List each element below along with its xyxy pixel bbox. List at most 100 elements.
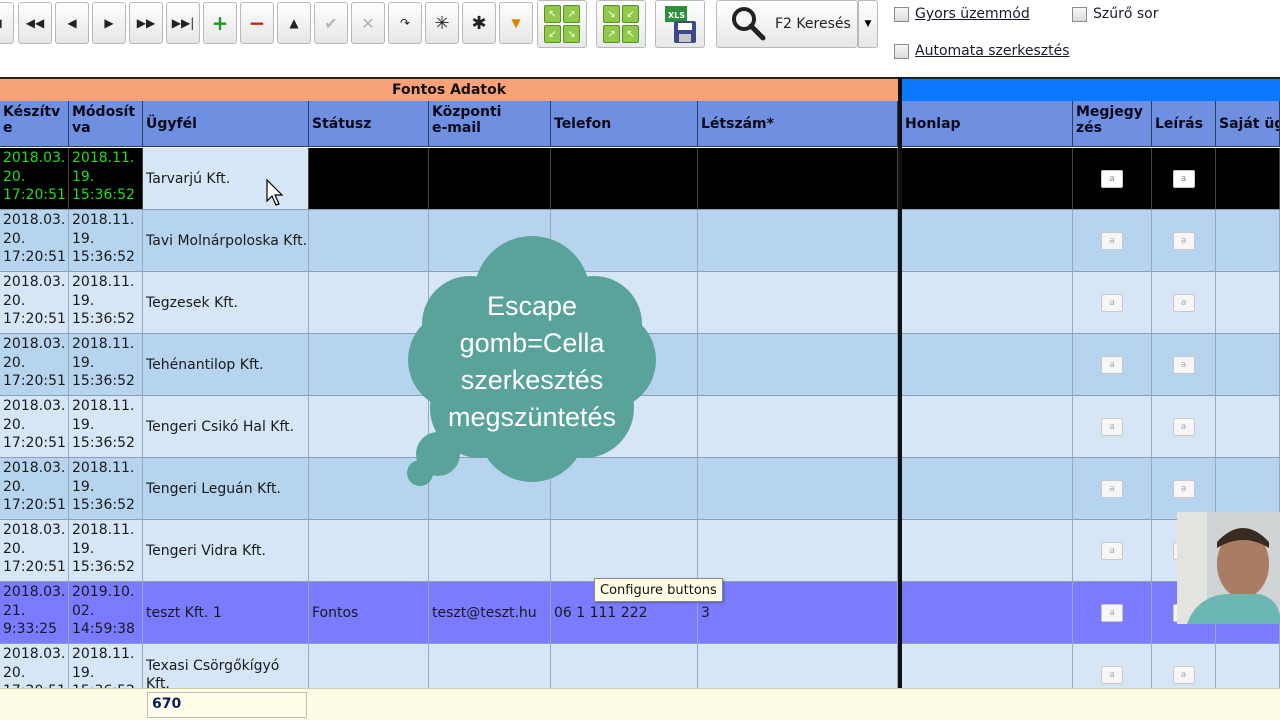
cell-honlap[interactable] [902, 272, 1073, 334]
next-page-button[interactable]: ▶▶ [129, 2, 163, 44]
memo-icon[interactable]: a [1101, 231, 1123, 250]
memo-icon[interactable]: a [1172, 169, 1195, 188]
prev-record-button[interactable]: ◀ [55, 2, 89, 44]
collapse-grid-button[interactable]: ↘ ↙ ↗ ↖ [596, 0, 646, 48]
memo-icon[interactable]: a [1101, 169, 1123, 188]
col-header-kozponti-email[interactable]: Központi e-mail [429, 101, 551, 147]
memo-icon[interactable]: a [1172, 417, 1195, 436]
memo-icon[interactable]: a [1101, 665, 1123, 684]
cell-keszitve[interactable]: 2018.03. 20. 17:20:51 [0, 210, 69, 272]
table-row[interactable]: 2018.03. 20. 17:20:512018.11. 19. 15:36:… [0, 148, 1280, 210]
cell-sajat[interactable] [1216, 396, 1280, 458]
cell-modositva[interactable]: 2018.11. 19. 15:36:52 [69, 210, 143, 272]
cell-keszitve[interactable]: 2018.03. 20. 17:20:51 [0, 334, 69, 396]
search-button[interactable]: F2 Keresés [716, 0, 858, 48]
filter-button[interactable]: ▼ [499, 2, 533, 44]
cell-leiras[interactable]: a [1152, 272, 1216, 334]
col-header-megjegyzes[interactable]: Megjegy zés [1073, 101, 1152, 147]
cell-megjegyzes[interactable]: a [1073, 520, 1152, 582]
cell-honlap[interactable] [902, 334, 1073, 396]
cell-megjegyzes[interactable]: a [1073, 148, 1152, 210]
cell-megjegyzes[interactable]: a [1073, 334, 1152, 396]
search-dropdown-button[interactable]: ▼ [858, 0, 878, 48]
cell-ugyfel[interactable]: Tengeri Vidra Kft. [143, 520, 309, 582]
cell-modositva[interactable]: 2018.11. 19. 15:36:52 [69, 148, 143, 210]
cell-email[interactable]: teszt@teszt.hu [429, 582, 551, 644]
memo-icon[interactable]: a [1101, 479, 1123, 498]
gyors-uzemmod-checkbox[interactable]: Gyors üzemmód [894, 6, 1030, 22]
cell-sajat[interactable] [1216, 334, 1280, 396]
cancel-edit-button[interactable]: ✕ [351, 2, 385, 44]
cell-keszitve[interactable]: 2018.03. 20. 17:20:51 [0, 458, 69, 520]
cell-sajat[interactable] [1216, 272, 1280, 334]
cell-ugyfel[interactable]: Tavi Molnárpoloska Kft. [143, 210, 309, 272]
cell-modositva[interactable]: 2018.11. 19. 15:36:52 [69, 458, 143, 520]
memo-icon[interactable]: a [1101, 417, 1123, 436]
cell-modositva[interactable]: 2018.11. 19. 15:36:52 [69, 272, 143, 334]
cell-ugyfel[interactable]: Tegzesek Kft. [143, 272, 309, 334]
cell-ugyfel[interactable]: Tengeri Leguán Kft. [143, 458, 309, 520]
cell-statusz[interactable] [309, 520, 429, 582]
cell-ugyfel[interactable]: Tengeri Csikó Hal Kft. [143, 396, 309, 458]
post-button[interactable]: ✔ [314, 2, 348, 44]
cell-letszam[interactable] [698, 520, 898, 582]
cell-honlap[interactable] [902, 396, 1073, 458]
cell-megjegyzes[interactable]: a [1073, 458, 1152, 520]
refresh-button[interactable]: ↷ [388, 2, 422, 44]
cell-keszitve[interactable]: 2018.03. 20. 17:20:51 [0, 148, 69, 210]
cell-keszitve[interactable]: 2018.03. 20. 17:20:51 [0, 520, 69, 582]
cell-honlap[interactable] [902, 582, 1073, 644]
cell-sajat[interactable] [1216, 458, 1280, 520]
add-record-button[interactable]: + [203, 2, 237, 44]
memo-icon[interactable]: a [1101, 541, 1123, 560]
cell-modositva[interactable]: 2018.11. 19. 15:36:52 [69, 396, 143, 458]
col-header-letszam[interactable]: Létszám* [698, 101, 898, 147]
automata-szerkesztes-checkbox[interactable]: Automata szerkesztés [894, 43, 1070, 59]
memo-icon[interactable]: a [1101, 355, 1123, 374]
cell-modositva[interactable]: 2019.10. 02. 14:59:38 [69, 582, 143, 644]
cell-telefon[interactable] [551, 148, 698, 210]
cell-sajat[interactable] [1216, 210, 1280, 272]
cell-keszitve[interactable]: 2018.03. 21. 9:33:25 [0, 582, 69, 644]
cell-modositva[interactable]: 2018.11. 19. 15:36:52 [69, 334, 143, 396]
checkbox-box[interactable] [894, 43, 909, 59]
cell-leiras[interactable]: a [1152, 458, 1216, 520]
first-page-button[interactable]: ◀◀ [18, 2, 52, 44]
cell-statusz[interactable] [309, 148, 429, 210]
last-record-button[interactable]: ▶▶| [166, 2, 200, 44]
memo-icon[interactable]: a [1101, 293, 1123, 312]
cell-letszam[interactable] [698, 148, 898, 210]
cell-letszam[interactable] [698, 458, 898, 520]
cell-leiras[interactable]: a [1152, 334, 1216, 396]
cell-email[interactable] [429, 520, 551, 582]
col-header-modositva[interactable]: Módosít va [69, 101, 143, 147]
cell-leiras[interactable]: a [1152, 396, 1216, 458]
cell-honlap[interactable] [902, 458, 1073, 520]
cell-letszam[interactable] [698, 210, 898, 272]
col-header-honlap[interactable]: Honlap [902, 101, 1073, 147]
cell-sajat[interactable] [1216, 148, 1280, 210]
cell-keszitve[interactable]: 2018.03. 20. 17:20:51 [0, 272, 69, 334]
cell-telefon[interactable] [551, 520, 698, 582]
memo-icon[interactable]: a [1172, 665, 1195, 684]
cell-leiras[interactable]: a [1152, 210, 1216, 272]
cell-honlap[interactable] [902, 148, 1073, 210]
cell-honlap[interactable] [902, 520, 1073, 582]
prev-edge-button[interactable]: ◀ [0, 2, 14, 44]
cell-megjegyzes[interactable]: a [1073, 396, 1152, 458]
checkbox-box[interactable] [1072, 6, 1087, 22]
cell-ugyfel[interactable]: Tehénantilop Kft. [143, 334, 309, 396]
expand-grid-button[interactable]: ↖ ↗ ↙ ↘ [537, 0, 587, 48]
col-header-telefon[interactable]: Telefon [551, 101, 698, 147]
memo-icon[interactable]: a [1101, 603, 1123, 622]
table-row[interactable]: 2018.03. 20. 17:20:512018.11. 19. 15:36:… [0, 520, 1280, 582]
memo-icon[interactable]: a [1172, 293, 1195, 312]
col-header-keszitve[interactable]: Készítv e [0, 101, 69, 147]
cell-letszam[interactable] [698, 334, 898, 396]
cell-letszam[interactable] [698, 396, 898, 458]
memo-icon[interactable]: a [1172, 231, 1195, 250]
cell-megjegyzes[interactable]: a [1073, 582, 1152, 644]
asterisk-sub-button[interactable]: ✱ [462, 2, 496, 44]
cell-megjegyzes[interactable]: a [1073, 210, 1152, 272]
col-header-ugyfel[interactable]: Ügyfél [143, 101, 309, 147]
